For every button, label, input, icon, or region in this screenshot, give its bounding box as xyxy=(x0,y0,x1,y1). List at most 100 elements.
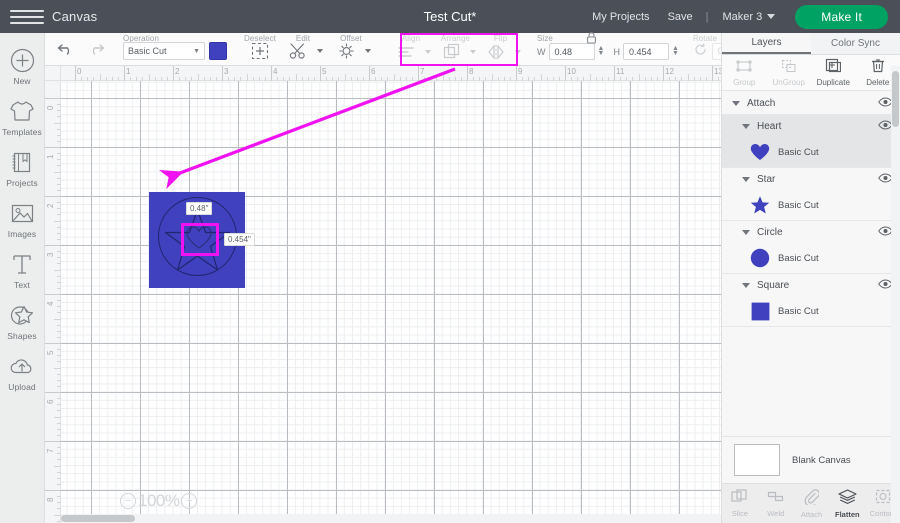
layer-group-star[interactable]: Star Basic Cut xyxy=(722,168,900,221)
redo-icon[interactable] xyxy=(83,38,109,60)
slice-button[interactable]: Slice xyxy=(722,484,758,523)
layer-header[interactable]: Heart xyxy=(722,115,900,137)
edit-button[interactable] xyxy=(285,42,311,60)
ruler-label: 10 xyxy=(567,67,576,76)
canvas-color-swatch[interactable] xyxy=(734,444,780,476)
ruler-label: 7 xyxy=(46,448,55,453)
tshirt-icon xyxy=(0,98,45,124)
my-projects-link[interactable]: My Projects xyxy=(583,11,658,23)
undo-icon[interactable] xyxy=(53,38,79,60)
chevron-down-icon[interactable] xyxy=(742,123,750,129)
chevron-down-icon[interactable] xyxy=(425,50,431,54)
operation-color-swatch[interactable] xyxy=(209,42,227,60)
layer-group-circle[interactable]: Circle Basic Cut xyxy=(722,221,900,274)
sidebar-item-shapes[interactable]: Shapes xyxy=(0,296,45,347)
selection-height-tag: 0.454" xyxy=(224,233,255,246)
attach-button[interactable]: Attach xyxy=(794,484,830,523)
design-canvas[interactable]: 0.48" 0.454" − 100% + 0 1 2 3 4 5 6 7 8 9 10 11 12 13… xyxy=(45,66,721,523)
layer-operation-label: Basic Cut xyxy=(778,252,819,264)
ruler-tick-minor xyxy=(436,77,438,81)
layer-item-heart[interactable]: Basic Cut xyxy=(722,137,900,167)
chevron-down-icon[interactable] xyxy=(742,176,750,182)
ruler-label: 0 xyxy=(77,67,82,76)
tab-color-sync[interactable]: Color Sync xyxy=(811,33,900,54)
hamburger-icon[interactable] xyxy=(10,9,44,24)
layers-list[interactable]: Attach Heart Basic Cut Star Basic Cut Ci… xyxy=(722,92,900,437)
chevron-down-icon[interactable] xyxy=(732,100,740,106)
sidebar-item-images[interactable]: Images xyxy=(0,194,45,245)
flip-label: Flip xyxy=(493,34,508,43)
sidebar-item-new[interactable]: New xyxy=(0,41,45,92)
ruler-tick-minor xyxy=(57,226,61,228)
chevron-down-icon[interactable] xyxy=(515,50,521,54)
ruler-tick-minor xyxy=(558,77,560,81)
size-lock-toggle[interactable] xyxy=(585,31,598,48)
flatten-button[interactable]: Flatten xyxy=(829,484,865,523)
canvas-selection-box[interactable] xyxy=(181,223,219,256)
chevron-down-icon[interactable] xyxy=(742,229,750,235)
layer-group-square[interactable]: Square Basic Cut xyxy=(722,274,900,327)
duplicate-button[interactable]: Duplicate xyxy=(811,55,856,90)
ruler-tick-minor xyxy=(57,238,61,240)
arrange-button[interactable] xyxy=(438,43,464,60)
sidebar-item-text[interactable]: Text xyxy=(0,245,45,296)
canvas-label[interactable]: Canvas xyxy=(52,9,97,24)
tab-layers[interactable]: Layers xyxy=(722,33,811,54)
horizontal-scrollbar-track[interactable] xyxy=(61,514,721,523)
sidebar-item-projects[interactable]: Projects xyxy=(0,143,45,194)
layer-header[interactable]: Attach xyxy=(722,92,900,114)
flip-button[interactable] xyxy=(483,44,509,60)
layer-header[interactable]: Star xyxy=(722,168,900,190)
chevron-down-icon[interactable] xyxy=(365,49,371,53)
ruler-tick-minor xyxy=(699,77,701,81)
offset-button[interactable] xyxy=(333,42,359,60)
ruler-tick-minor xyxy=(571,77,573,81)
height-input[interactable]: 0.454 xyxy=(622,43,669,60)
group-button[interactable]: Group xyxy=(722,55,767,90)
vertical-scrollbar-track[interactable] xyxy=(891,66,900,523)
sidebar-item-templates[interactable]: Templates xyxy=(0,92,45,143)
height-stepper[interactable]: ▲ ▼ xyxy=(672,45,679,57)
layer-item-circle[interactable]: Basic Cut xyxy=(722,243,900,273)
dashed-square-plus-icon xyxy=(250,42,270,60)
layer-operation-label: Basic Cut xyxy=(778,305,819,317)
vertical-scrollbar-thumb[interactable] xyxy=(892,71,899,127)
make-it-button[interactable]: Make It xyxy=(795,4,888,29)
ruler-tick-minor xyxy=(105,77,107,81)
ruler-tick-minor xyxy=(57,140,61,142)
zoom-out-button[interactable]: − xyxy=(120,493,136,509)
flip-group: Flip xyxy=(478,32,523,65)
canvas-color-row[interactable]: Blank Canvas xyxy=(722,436,900,483)
operation-select[interactable]: Basic Cut ▼ xyxy=(123,42,205,60)
ruler-tick-minor xyxy=(57,428,61,430)
ruler-tick-minor xyxy=(57,281,61,283)
chevron-down-icon[interactable] xyxy=(470,49,476,54)
sidebar-label-new: New xyxy=(13,76,31,86)
ruler-tick-minor xyxy=(57,453,61,455)
chevron-down-icon[interactable] xyxy=(742,282,750,288)
ruler-tick-minor xyxy=(656,77,658,81)
layer-item-square[interactable]: Basic Cut xyxy=(722,296,900,326)
deselect-button[interactable] xyxy=(247,42,273,60)
weld-button[interactable]: Weld xyxy=(758,484,794,523)
width-stepper[interactable]: ▲ ▼ xyxy=(598,45,605,57)
zoom-level: 100% xyxy=(138,491,180,510)
zoom-in-button[interactable]: + xyxy=(181,493,198,509)
ruler-tick-minor xyxy=(57,287,61,289)
chevron-down-icon[interactable] xyxy=(317,49,323,53)
ruler-tick-minor xyxy=(601,77,603,81)
layer-item-star[interactable]: Basic Cut xyxy=(722,190,900,220)
sidebar-item-upload[interactable]: Upload xyxy=(0,347,45,398)
layer-group-attach[interactable]: Attach xyxy=(722,92,900,115)
ruler-tick-minor xyxy=(448,77,450,81)
layer-header[interactable]: Square xyxy=(722,274,900,296)
machine-selector[interactable]: Maker 3 xyxy=(713,11,782,23)
zoom-control: − 100% + xyxy=(120,491,198,511)
layer-group-heart[interactable]: Heart Basic Cut xyxy=(722,115,900,168)
horizontal-scrollbar-thumb[interactable] xyxy=(61,515,135,522)
ungroup-button[interactable]: UnGroup xyxy=(767,55,812,90)
ruler-tick-minor xyxy=(57,349,61,351)
layer-header[interactable]: Circle xyxy=(722,221,900,243)
save-button[interactable]: Save xyxy=(659,11,702,23)
align-button[interactable] xyxy=(393,44,419,60)
